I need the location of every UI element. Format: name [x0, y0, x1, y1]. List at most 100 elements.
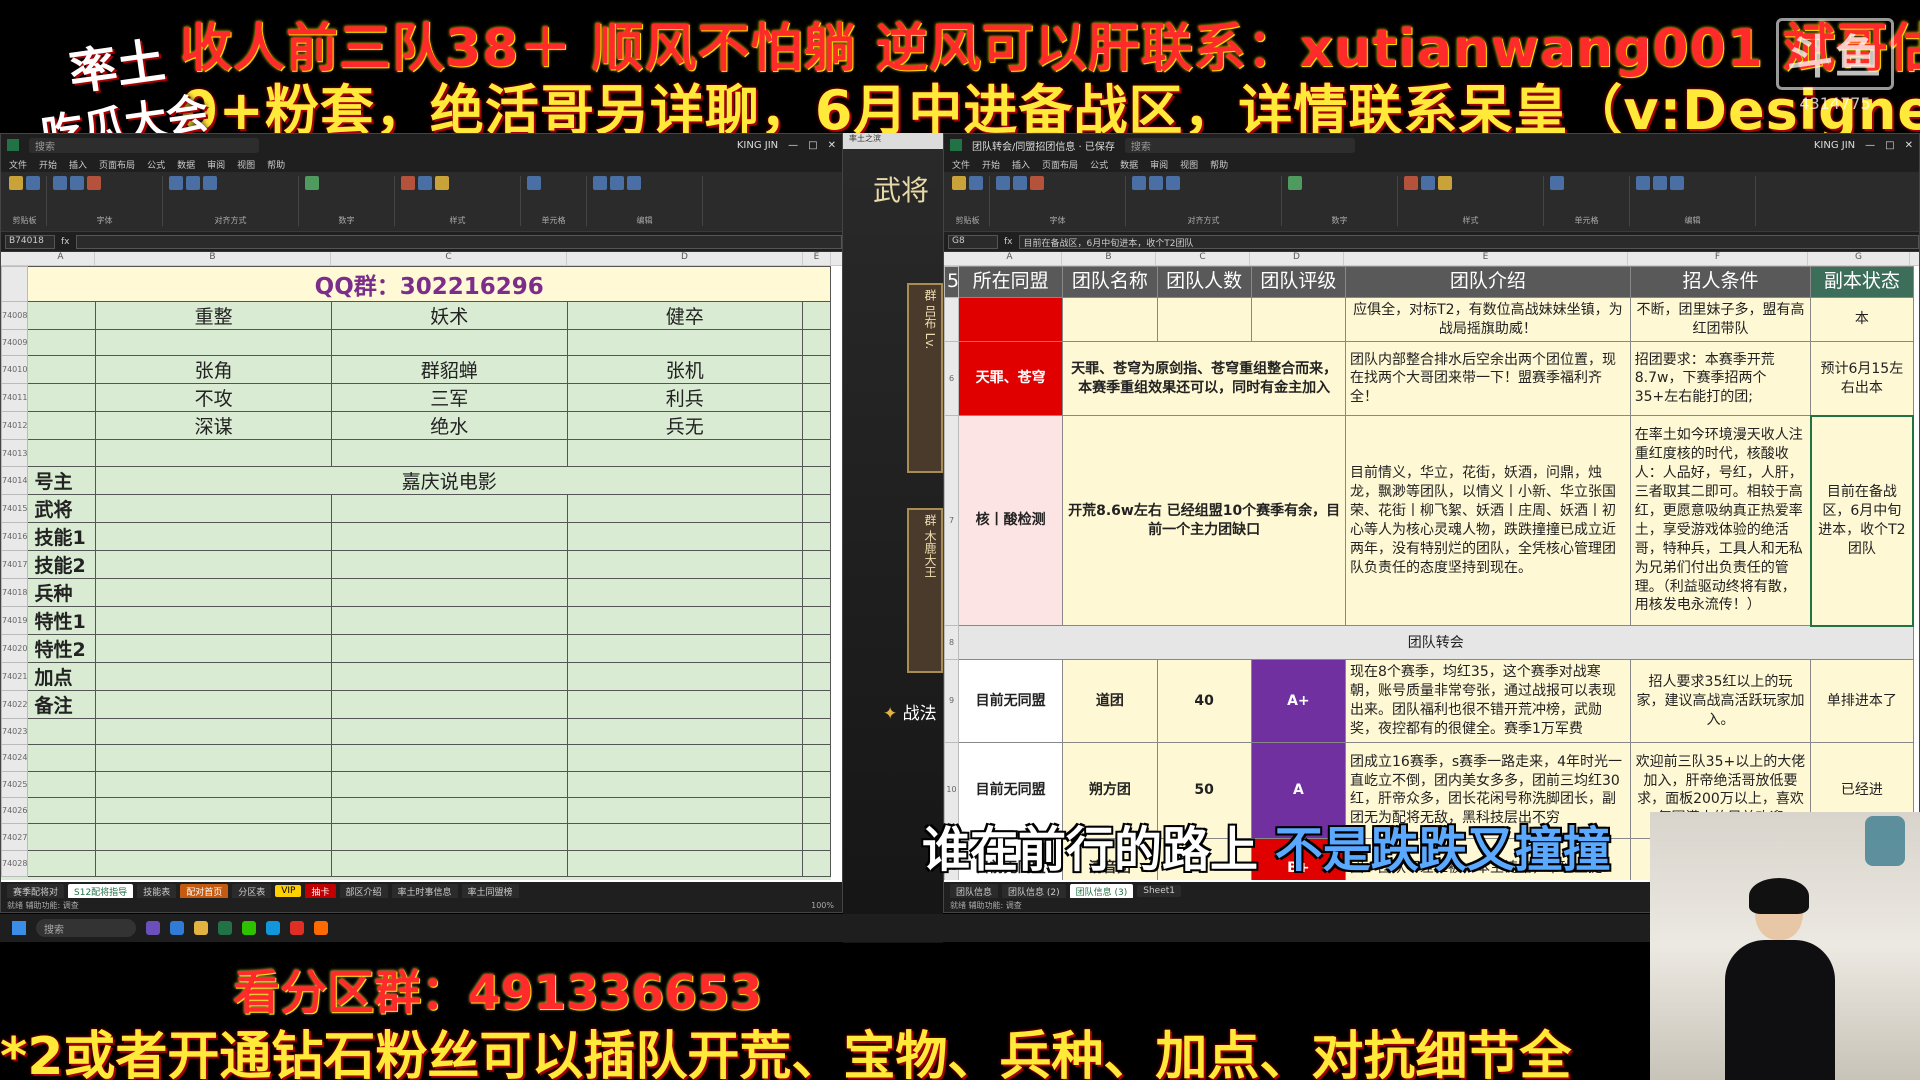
grid-cell[interactable]	[802, 744, 831, 772]
ribbon-number[interactable]: 数字	[1288, 176, 1398, 226]
grid-cell[interactable]	[330, 439, 568, 467]
sum-icon[interactable]	[1636, 176, 1650, 190]
grid-cell[interactable]: 三军	[330, 383, 568, 413]
grid-cell[interactable]: 妖术	[330, 301, 568, 330]
align-left-icon[interactable]	[1132, 176, 1146, 190]
grid-cell[interactable]: 群貂蝉	[330, 355, 568, 385]
formula-input[interactable]: 目前在备战区，6月中旬进本，收个T2团队	[1018, 234, 1919, 249]
windows-start-icon[interactable]	[12, 921, 26, 935]
align-center-icon[interactable]	[186, 176, 200, 190]
percent-icon[interactable]	[1288, 176, 1302, 190]
row-label-cell[interactable]	[27, 383, 97, 413]
qq-group-cell[interactable]: QQ群：302216296	[27, 266, 831, 302]
sheet-tab[interactable]: 抽卡	[305, 883, 336, 899]
cut-icon[interactable]	[26, 176, 40, 190]
row-label-cell[interactable]: 技能2	[27, 549, 97, 579]
close-icon[interactable]: ✕	[1905, 140, 1913, 151]
grid-cell[interactable]	[95, 633, 332, 663]
font-color-icon[interactable]	[1030, 176, 1044, 190]
grid-cell[interactable]	[802, 521, 831, 551]
grid-cell[interactable]	[802, 439, 831, 467]
grid-cell[interactable]	[95, 689, 332, 719]
grid-cell[interactable]	[330, 796, 568, 825]
grid-cell[interactable]	[330, 521, 568, 551]
maximize-icon[interactable]: □	[1885, 140, 1894, 151]
grid-cell[interactable]	[330, 770, 568, 798]
grid-cell[interactable]	[330, 823, 568, 851]
grid-cell[interactable]	[566, 770, 804, 798]
grid-cell[interactable]	[802, 328, 831, 357]
fx-icon[interactable]: fx	[61, 237, 70, 247]
cell-style-icon[interactable]	[1438, 176, 1452, 190]
row-label-cell[interactable]: 备注	[27, 689, 97, 719]
grid-cell[interactable]	[566, 605, 804, 635]
ribbon-clipboard[interactable]: 剪贴板	[9, 176, 47, 226]
grid-cell[interactable]	[330, 633, 568, 663]
header-recruit-cond[interactable]: 招人条件	[1629, 266, 1812, 298]
ribbon-cells[interactable]: 单元格	[527, 176, 587, 226]
ribbon-tab[interactable]: 审阅	[1150, 158, 1168, 171]
row-label-cell[interactable]	[27, 439, 97, 467]
team-cell[interactable]: 开荒8.6w左右 已经组盟10个赛季有余，目前一个主力团缺口	[1062, 415, 1346, 627]
minimize-icon[interactable]: —	[788, 140, 798, 151]
grid-cell[interactable]	[95, 717, 332, 746]
row-label-cell[interactable]	[27, 301, 97, 330]
spreadsheet-grid[interactable]: QQ群：302216296 74008 重整 妖术 健卒 74009 74010 张角 群貂蝉张…	[1, 266, 831, 880]
ribbon-clipboard[interactable]: 剪贴板	[952, 176, 990, 226]
status-cell[interactable]: 单排进本了	[1810, 659, 1914, 743]
zoom-level[interactable]: 100%	[811, 901, 842, 910]
row-label-cell[interactable]	[27, 328, 97, 357]
grid-cell[interactable]	[566, 744, 804, 772]
row-label-cell[interactable]	[27, 796, 97, 825]
grid-cell[interactable]	[330, 744, 568, 772]
stream-icon[interactable]	[314, 921, 328, 935]
merge-icon[interactable]	[1166, 176, 1180, 190]
grid-cell[interactable]	[802, 493, 831, 523]
sheet-tab[interactable]: S12配将指导	[68, 883, 134, 899]
grid-cell[interactable]	[330, 549, 568, 579]
app-icon[interactable]	[146, 921, 160, 935]
grid-cell[interactable]	[802, 301, 831, 330]
grid-cell[interactable]	[566, 328, 804, 357]
sum-icon[interactable]	[593, 176, 607, 190]
sort-icon[interactable]	[1653, 176, 1667, 190]
column-header[interactable]: G	[1808, 252, 1910, 265]
row-label-cell[interactable]: 武将	[27, 493, 97, 523]
grid-cell[interactable]	[330, 577, 568, 607]
grid-cell[interactable]	[566, 823, 804, 851]
sheet-tab[interactable]: 团队信息 (3)	[1069, 883, 1134, 899]
section-title[interactable]: 团队转会	[958, 625, 1914, 661]
cond-cell[interactable]: 招团要求：本赛季开荒8.7w，下赛季招两个35+左右能打的团;	[1629, 341, 1812, 417]
status-cell[interactable]: 预计6月15左右出本	[1810, 341, 1914, 417]
intro-cell[interactable]: 现在8个赛季，均红35，这个赛季对战寒朝，账号质量非常夸张，通过战报可以表现出来…	[1345, 659, 1631, 743]
alliance-cell[interactable]: 目前无同盟	[958, 659, 1064, 743]
grid-cell[interactable]	[802, 383, 831, 413]
grid-cell[interactable]	[802, 770, 831, 798]
tactic-button[interactable]: ✦ 战法	[883, 699, 937, 724]
grid-cell[interactable]	[330, 328, 568, 357]
grid-cell[interactable]	[802, 577, 831, 607]
grid-cell[interactable]	[566, 493, 804, 523]
column-header[interactable]: B	[95, 252, 331, 265]
intro-cell[interactable]: 目前情义，华立，花街，妖酒，问鼎，烛龙，飘渺等团队，以情义丨小新、华立张国荣、花…	[1345, 415, 1631, 627]
grid-cell[interactable]: 重整	[95, 301, 332, 330]
ribbon-tab[interactable]: 页面布局	[1042, 158, 1078, 171]
cond-cell[interactable]: 不断，团里妹子多，盟有高红团带队	[1629, 296, 1812, 343]
general-card-mulu[interactable]: 群 木鹿大王	[907, 508, 943, 673]
count-cell[interactable]: 40	[1156, 659, 1252, 743]
grid-cell[interactable]	[330, 849, 568, 878]
ribbon-edit[interactable]: 编辑	[593, 176, 703, 226]
header-team-intro[interactable]: 团队介绍	[1345, 266, 1631, 298]
sheet-tab[interactable]: 分区表	[232, 883, 272, 899]
ribbon-tab[interactable]: 文件	[952, 158, 970, 171]
ribbon-tab[interactable]: 开始	[39, 158, 57, 171]
cell-style-icon[interactable]	[435, 176, 449, 190]
owner-cell[interactable]: 嘉庆说电影	[95, 465, 804, 495]
sheet-tab[interactable]: 部区介绍	[339, 883, 388, 899]
row-label-cell[interactable]: 号主	[27, 465, 97, 495]
grid-cell[interactable]	[95, 744, 332, 772]
spreadsheet-grid[interactable]: 5 所在同盟 团队名称 团队人数 团队评级 团队介绍 招人条件 副本状态 应俱全…	[944, 266, 1914, 880]
minimize-icon[interactable]: —	[1865, 140, 1875, 151]
ribbon-tab[interactable]: 插入	[69, 158, 87, 171]
percent-icon[interactable]	[305, 176, 319, 190]
